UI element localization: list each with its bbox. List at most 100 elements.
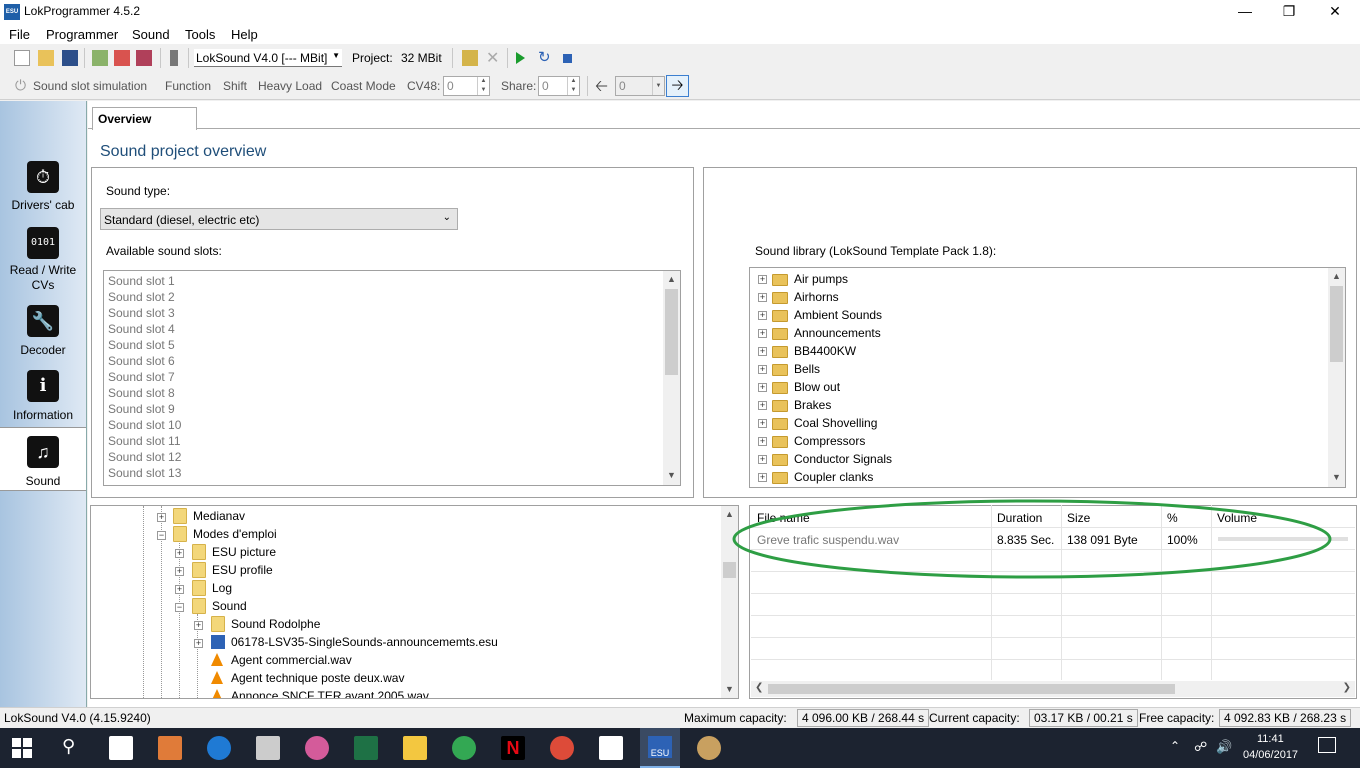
- chrome-icon[interactable]: [550, 736, 574, 760]
- tree-item-esu-file[interactable]: 06178-LSV35-SingleSounds-announcememts.e…: [231, 635, 498, 649]
- tree-item-esu-profile[interactable]: ESU profile: [212, 563, 273, 577]
- calculator-icon[interactable]: [256, 736, 280, 760]
- internet-explorer-icon[interactable]: [207, 736, 231, 760]
- expand-icon[interactable]: +: [175, 585, 184, 594]
- sound-slot-item[interactable]: Sound slot 12: [108, 450, 181, 464]
- sound-slot-item[interactable]: Sound slot 7: [108, 370, 175, 384]
- library-item[interactable]: Conductor Signals: [794, 452, 892, 466]
- shift-button[interactable]: Shift: [223, 79, 247, 93]
- excel-icon[interactable]: [354, 736, 378, 760]
- sound-slot-item[interactable]: Sound slot 4: [108, 322, 175, 336]
- library-item[interactable]: Blow out: [794, 380, 840, 394]
- expand-icon[interactable]: +: [194, 621, 203, 630]
- arrow-left-icon[interactable]: 🡠: [595, 75, 608, 102]
- tree-item-log[interactable]: Log: [212, 581, 232, 595]
- delete-icon[interactable]: ✕: [486, 48, 499, 68]
- play-icon[interactable]: [516, 52, 525, 64]
- expand-icon[interactable]: +: [758, 329, 767, 338]
- sound-library-tree[interactable]: + Air pumps + Airhorns + Ambient Sounds + Annou…: [749, 267, 1346, 488]
- sound-type-select[interactable]: Standard (diesel, electric etc) ⌄: [100, 208, 458, 230]
- expand-icon[interactable]: +: [758, 347, 767, 356]
- expand-icon[interactable]: +: [175, 567, 184, 576]
- netflix-icon[interactable]: N: [501, 736, 525, 760]
- sound-slot-item[interactable]: Sound slot 11: [108, 434, 181, 448]
- library-item[interactable]: Announcements: [794, 326, 881, 340]
- function-button[interactable]: Function: [165, 79, 211, 93]
- heavy-load-button[interactable]: Heavy Load: [258, 79, 322, 93]
- tree-item-wav[interactable]: Agent technique poste deux.wav: [231, 671, 404, 685]
- expand-icon[interactable]: +: [758, 401, 767, 410]
- tree-item-medianav[interactable]: Medianav: [193, 509, 245, 523]
- slots-scrollbar[interactable]: ▲ ▼: [663, 271, 680, 485]
- lokprogrammer-task[interactable]: ESU: [640, 728, 680, 768]
- collapse-icon[interactable]: −: [175, 603, 184, 612]
- audio-file-icon[interactable]: [462, 50, 478, 66]
- file-explorer-icon[interactable]: [403, 736, 427, 760]
- close-button[interactable]: ✕: [1312, 0, 1358, 24]
- scroll-down-icon[interactable]: ▼: [721, 681, 738, 698]
- media-player-icon[interactable]: [158, 736, 182, 760]
- arrow-right-button[interactable]: 🡢: [666, 75, 689, 97]
- loop-icon[interactable]: ↻: [538, 48, 551, 66]
- scroll-left-icon[interactable]: ❮: [755, 682, 763, 693]
- nav-drivers-cab[interactable]: ⏱ Drivers' cab: [0, 156, 86, 216]
- scroll-up-icon[interactable]: ▲: [1328, 268, 1345, 285]
- search-icon[interactable]: ⚲: [62, 736, 75, 757]
- sound-slot-item[interactable]: Sound slot 6: [108, 354, 175, 368]
- new-file-icon[interactable]: [14, 50, 30, 66]
- sound-export-icon[interactable]: [136, 50, 152, 66]
- paint-icon[interactable]: [697, 736, 721, 760]
- clock-date[interactable]: 04/06/2017: [1243, 749, 1298, 761]
- open-folder-icon[interactable]: [38, 50, 54, 66]
- save-icon[interactable]: [62, 50, 78, 66]
- volume-icon[interactable]: 🔊: [1216, 739, 1232, 755]
- expand-icon[interactable]: +: [175, 549, 184, 558]
- menu-sound[interactable]: Sound: [132, 27, 170, 42]
- nav-read-write-cvs[interactable]: 0101 Read / Write CVs: [0, 223, 86, 293]
- tree-item-wav[interactable]: Agent commercial.wav: [231, 653, 352, 667]
- nav-information[interactable]: i Information: [0, 366, 86, 424]
- stop-icon[interactable]: [563, 54, 572, 63]
- expand-icon[interactable]: +: [194, 639, 203, 648]
- sound-slot-simulation-button[interactable]: Sound slot simulation: [33, 79, 147, 93]
- key-icon[interactable]: [170, 50, 178, 66]
- library-item[interactable]: Bells: [794, 362, 820, 376]
- sound-slots-list[interactable]: Sound slot 1 Sound slot 2 Sound slot 3 Soun…: [103, 270, 681, 486]
- sound-slot-item[interactable]: Sound slot 3: [108, 306, 175, 320]
- library-item[interactable]: Air pumps: [794, 272, 848, 286]
- library-item[interactable]: Airhorns: [794, 290, 839, 304]
- sound-slot-item[interactable]: Sound slot 9: [108, 402, 175, 416]
- scroll-thumb[interactable]: [768, 684, 1175, 694]
- expand-icon[interactable]: +: [758, 293, 767, 302]
- expand-icon[interactable]: +: [758, 419, 767, 428]
- notifications-icon[interactable]: [1318, 737, 1336, 753]
- library-item[interactable]: Coal Shovelling: [794, 416, 877, 430]
- nav-sound[interactable]: ♫ Sound: [0, 427, 86, 491]
- import-icon[interactable]: [92, 50, 108, 66]
- library-item[interactable]: BB4400KW: [794, 344, 856, 358]
- share-spinner[interactable]: 0 ▲ ▼: [538, 76, 580, 96]
- nav-decoder[interactable]: 🔧 Decoder: [0, 301, 86, 359]
- scroll-thumb[interactable]: [1330, 286, 1343, 362]
- scroll-down-icon[interactable]: ▼: [1328, 469, 1345, 486]
- scroll-up-icon[interactable]: ▲: [663, 271, 680, 288]
- library-item[interactable]: Ambient Sounds: [794, 308, 882, 322]
- library-item[interactable]: Brakes: [794, 398, 831, 412]
- photos-icon[interactable]: [305, 736, 329, 760]
- menu-help[interactable]: Help: [231, 27, 258, 42]
- tree-item-sound[interactable]: Sound: [212, 599, 247, 613]
- tree-item-esu-picture[interactable]: ESU picture: [212, 545, 276, 559]
- expand-icon[interactable]: +: [758, 275, 767, 284]
- scroll-down-icon[interactable]: ▼: [663, 467, 680, 484]
- maximize-button[interactable]: ❐: [1266, 0, 1312, 24]
- expand-icon[interactable]: +: [758, 473, 767, 482]
- windows-start-icon[interactable]: [12, 738, 32, 758]
- coast-mode-button[interactable]: Coast Mode: [331, 79, 396, 93]
- mail-icon[interactable]: [599, 736, 623, 760]
- scroll-right-icon[interactable]: ❯: [1343, 682, 1351, 693]
- expand-icon[interactable]: +: [758, 365, 767, 374]
- expand-icon[interactable]: +: [758, 383, 767, 392]
- menu-programmer[interactable]: Programmer: [46, 27, 118, 42]
- expand-icon[interactable]: +: [758, 437, 767, 446]
- network-icon[interactable]: ☍: [1194, 739, 1207, 755]
